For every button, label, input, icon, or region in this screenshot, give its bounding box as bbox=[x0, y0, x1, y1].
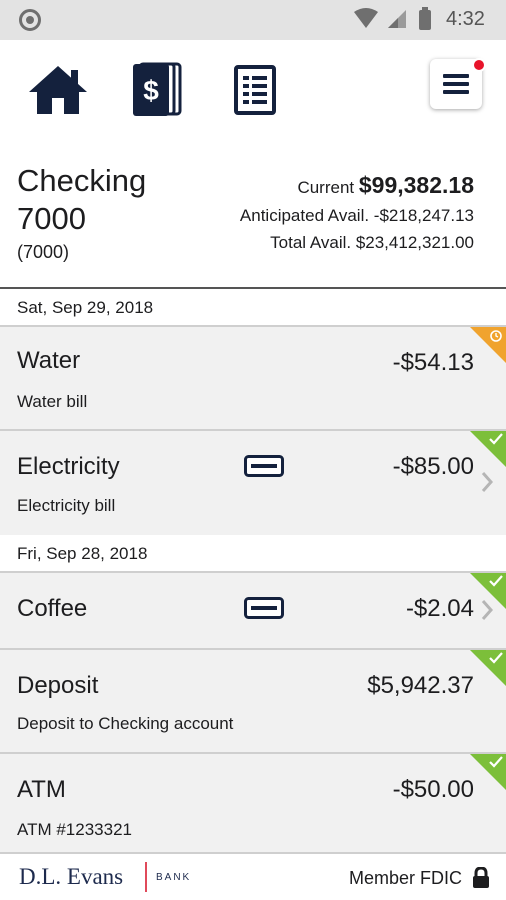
account-number: (7000) bbox=[17, 242, 70, 262]
transaction-amount: -$2.04 bbox=[405, 595, 474, 622]
total-available: Total Avail. $23,412,321.00 bbox=[270, 233, 474, 252]
logo-divider bbox=[145, 862, 147, 892]
transaction-subtitle: Electricity bill bbox=[17, 496, 116, 515]
card-icon bbox=[244, 455, 284, 477]
bank-logo: D.L. Evans bbox=[19, 864, 124, 889]
lock-icon bbox=[473, 867, 489, 888]
statements-icon[interactable] bbox=[234, 65, 276, 115]
transaction-amount: -$54.13 bbox=[392, 349, 474, 376]
transaction-amount: -$85.00 bbox=[392, 453, 474, 480]
transaction-subtitle: Water bill bbox=[17, 392, 88, 411]
clock-icon bbox=[490, 330, 502, 342]
notification-dot-icon bbox=[19, 9, 41, 31]
wifi-icon bbox=[354, 8, 378, 28]
transaction-subtitle: Deposit to Checking account bbox=[17, 714, 234, 733]
footer: D.L. Evans BANK Member FDIC bbox=[0, 852, 506, 900]
battery-icon bbox=[419, 10, 431, 30]
menu-icon bbox=[443, 74, 469, 94]
transaction-row[interactable]: Coffee -$2.04 bbox=[0, 571, 506, 650]
bank-logo-sub: BANK bbox=[156, 872, 192, 883]
transaction-title: ATM bbox=[17, 776, 66, 803]
top-nav: $ bbox=[0, 40, 506, 150]
anticipated-available: Anticipated Avail. -$218,247.13 bbox=[239, 206, 474, 225]
checkmark-icon bbox=[489, 433, 503, 445]
accounts-icon[interactable]: $ bbox=[132, 62, 182, 118]
transaction-title: Water bbox=[17, 347, 81, 374]
date-header: Sat, Sep 29, 2018 bbox=[0, 289, 506, 325]
transaction-row[interactable]: ATM ATM #1233321 -$50.00 bbox=[0, 752, 506, 854]
transaction-row[interactable]: Water Water bill -$54.13 bbox=[0, 325, 506, 431]
checkmark-icon bbox=[489, 652, 503, 664]
transaction-amount: $5,942.37 bbox=[367, 672, 474, 699]
current-balance-label: Current bbox=[297, 178, 355, 197]
transaction-title: Coffee bbox=[17, 595, 88, 622]
notification-badge bbox=[472, 58, 486, 72]
account-name: Checking 7000 bbox=[17, 163, 147, 236]
member-fdic: Member FDIC bbox=[348, 868, 462, 888]
checkmark-icon bbox=[489, 575, 503, 587]
card-icon bbox=[244, 597, 284, 619]
home-icon[interactable] bbox=[27, 64, 89, 116]
chevron-right-icon[interactable] bbox=[480, 471, 494, 493]
menu-button[interactable] bbox=[430, 58, 486, 109]
date-header: Fri, Sep 28, 2018 bbox=[0, 535, 506, 571]
status-time: 4:32 bbox=[446, 8, 485, 30]
current-balance: Current $99,382.18 bbox=[297, 172, 474, 199]
transaction-amount: -$50.00 bbox=[392, 776, 474, 803]
status-bar: 4:32 bbox=[0, 0, 506, 40]
transaction-subtitle: ATM #1233321 bbox=[17, 820, 132, 839]
account-summary: Checking 7000 (7000) Current $99,382.18 … bbox=[0, 150, 506, 288]
transaction-title: Electricity bbox=[17, 453, 120, 480]
svg-text:$: $ bbox=[143, 75, 159, 106]
system-status-icons bbox=[354, 7, 431, 30]
current-balance-value: $99,382.18 bbox=[358, 172, 474, 198]
checkmark-icon bbox=[489, 756, 503, 768]
transaction-row[interactable]: Electricity Electricity bill -$85.00 bbox=[0, 429, 506, 535]
transaction-title: Deposit bbox=[17, 672, 99, 699]
transaction-row[interactable]: Deposit Deposit to Checking account $5,9… bbox=[0, 648, 506, 754]
